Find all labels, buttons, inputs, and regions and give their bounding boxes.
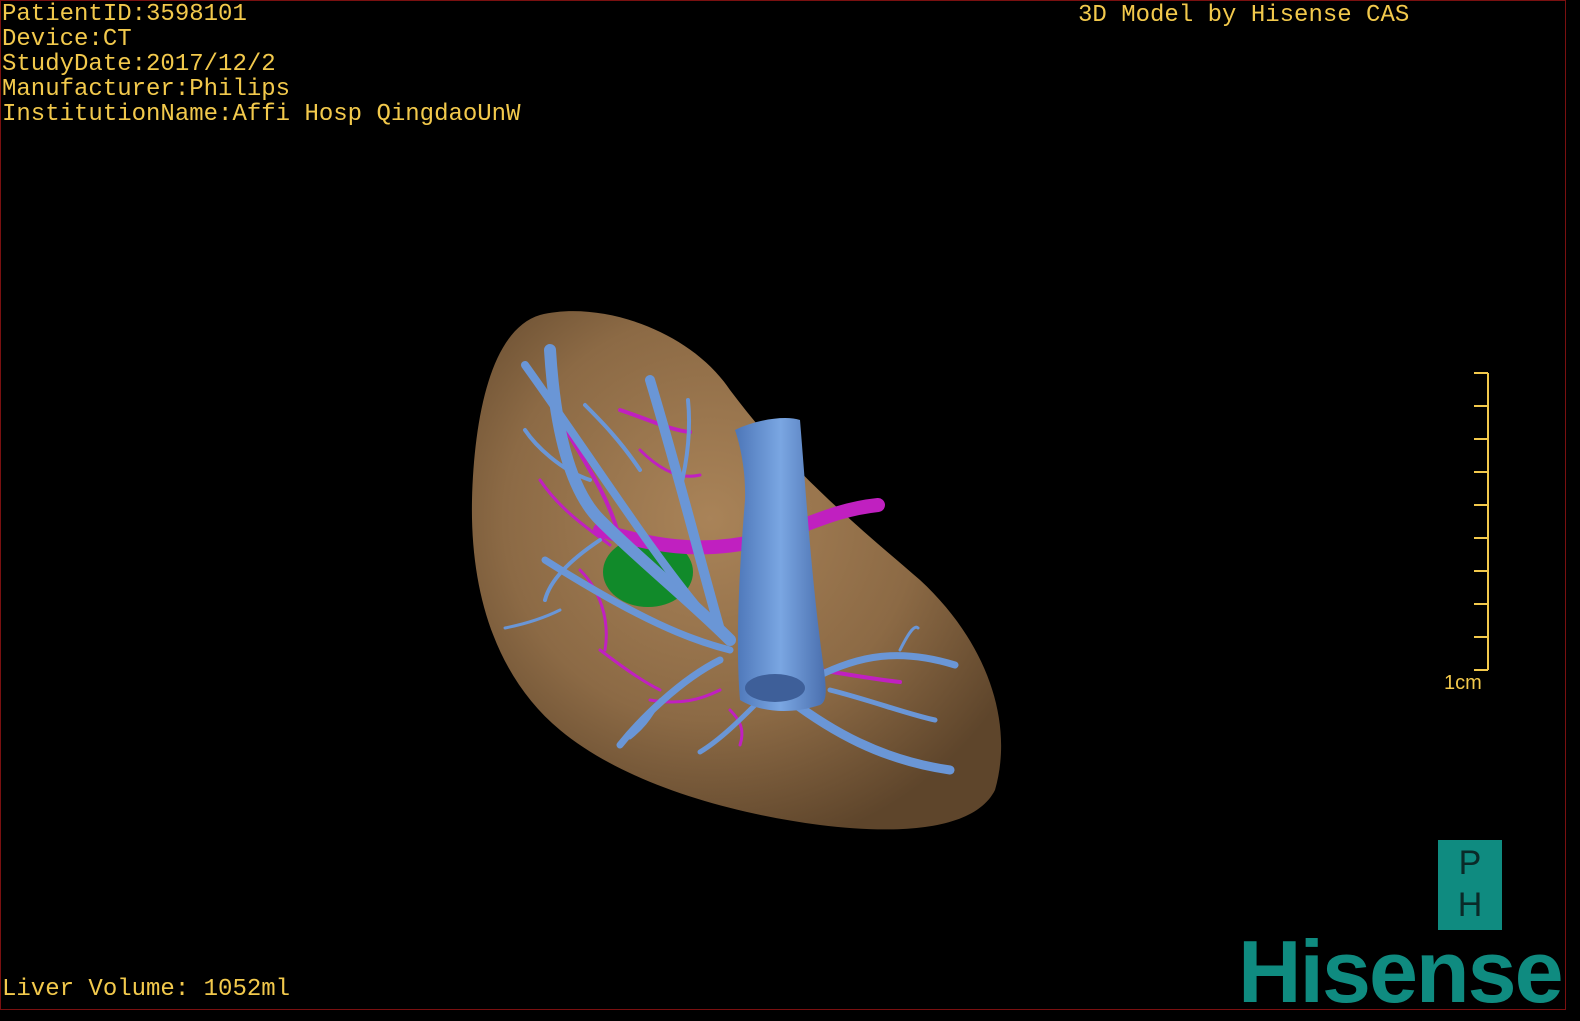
3d-liver-model-viewport[interactable] [0,0,1580,1020]
model-title: 3D Model by Hisense CAS [1078,2,1410,29]
device: Device:CT [2,26,132,53]
ph-logo-bottom: H [1457,886,1483,924]
scale-bar-label: 1cm [1444,672,1482,694]
hisense-logo: Hisense [1238,922,1564,1021]
ph-logo: P H [1438,840,1502,930]
dicom-info-overlay: PatientID:3598101 Device:CT StudyDate:20… [2,2,520,127]
study-date: StudyDate:2017/12/2 [2,51,276,78]
liver-volume: Liver Volume: 1052ml [2,976,291,1003]
patient-id: PatientID:3598101 [2,1,247,28]
manufacturer: Manufacturer:Philips [2,76,291,103]
scale-bar [1474,372,1489,671]
ivc-opening [745,674,805,702]
ph-logo-top: P [1458,844,1482,882]
institution-name: InstitutionName:Affi Hosp QingdaoUnW [2,101,521,128]
